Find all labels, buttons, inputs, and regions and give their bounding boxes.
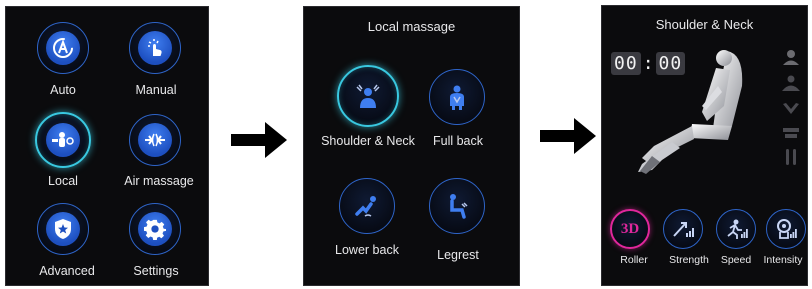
strength-button[interactable] [663, 209, 703, 249]
shoulder-zone-icon [782, 75, 800, 91]
lower-back-label: Lower back [335, 243, 399, 257]
lower-back-icon [355, 196, 376, 217]
advanced-button[interactable] [37, 203, 89, 255]
legrest-button[interactable] [429, 178, 485, 234]
page-title: Local massage [367, 19, 456, 34]
legrest-label: Legrest [437, 248, 479, 262]
air-massage-button[interactable] [129, 114, 181, 166]
page-title: Shoulder & Neck [655, 17, 754, 32]
settings-button[interactable] [129, 203, 181, 255]
speed-label: Speed [720, 254, 752, 266]
massage-chair-figure [638, 50, 743, 174]
hand-touch-icon [148, 39, 162, 56]
shoulder-neck-label: Shoulder & Neck [321, 134, 415, 148]
roller-3d-icon: 3D [620, 220, 640, 237]
intensity-level-icon [777, 219, 797, 239]
advanced-label: Advanced [39, 264, 95, 278]
intensity-label: Intensity [763, 254, 803, 266]
full-back-icon [450, 85, 464, 110]
local-button[interactable] [35, 112, 91, 168]
arrow-right-icon [231, 122, 287, 158]
full-back-label: Full back [432, 134, 484, 148]
main-menu-screen: Auto Manual Local Air massage Advanced S… [5, 6, 209, 286]
leg-zone-icon [786, 149, 796, 165]
lower-back-button[interactable] [339, 178, 395, 234]
local-label: Local [48, 174, 78, 188]
auto-button[interactable] [37, 22, 89, 74]
auto-a-icon [53, 38, 73, 58]
strength-label: Strength [669, 254, 709, 266]
air-massage-label: Air massage [124, 174, 194, 188]
intensity-button[interactable] [766, 209, 806, 249]
legrest-icon [450, 194, 468, 219]
full-back-button[interactable] [429, 69, 485, 125]
roller-label: Roller [620, 254, 648, 266]
local-massage-screen: Local massage Shoulder & Neck Full back [303, 6, 520, 286]
back-zone-icon [783, 103, 799, 114]
arrow-right-icon [540, 118, 596, 154]
air-arrows-icon [145, 133, 165, 147]
shoulder-neck-button[interactable] [337, 65, 399, 127]
gear-icon [144, 219, 166, 240]
manual-button[interactable] [129, 22, 181, 74]
shoulder-neck-screen: Shoulder & Neck 00 : 00 3D Roller Streng… [601, 5, 808, 286]
neck-zone-icon [783, 50, 799, 65]
auto-label: Auto [50, 83, 76, 97]
seat-zone-icon [783, 128, 799, 138]
settings-label: Settings [133, 264, 179, 278]
strength-level-icon [673, 222, 694, 237]
shoulder-neck-icon [356, 84, 380, 108]
roller-3d-button[interactable]: 3D [610, 209, 650, 249]
speed-button[interactable] [716, 209, 756, 249]
local-massage-icon [52, 132, 74, 147]
speed-level-icon [727, 219, 748, 239]
star-shield-icon [55, 219, 71, 239]
manual-label: Manual [135, 83, 177, 97]
